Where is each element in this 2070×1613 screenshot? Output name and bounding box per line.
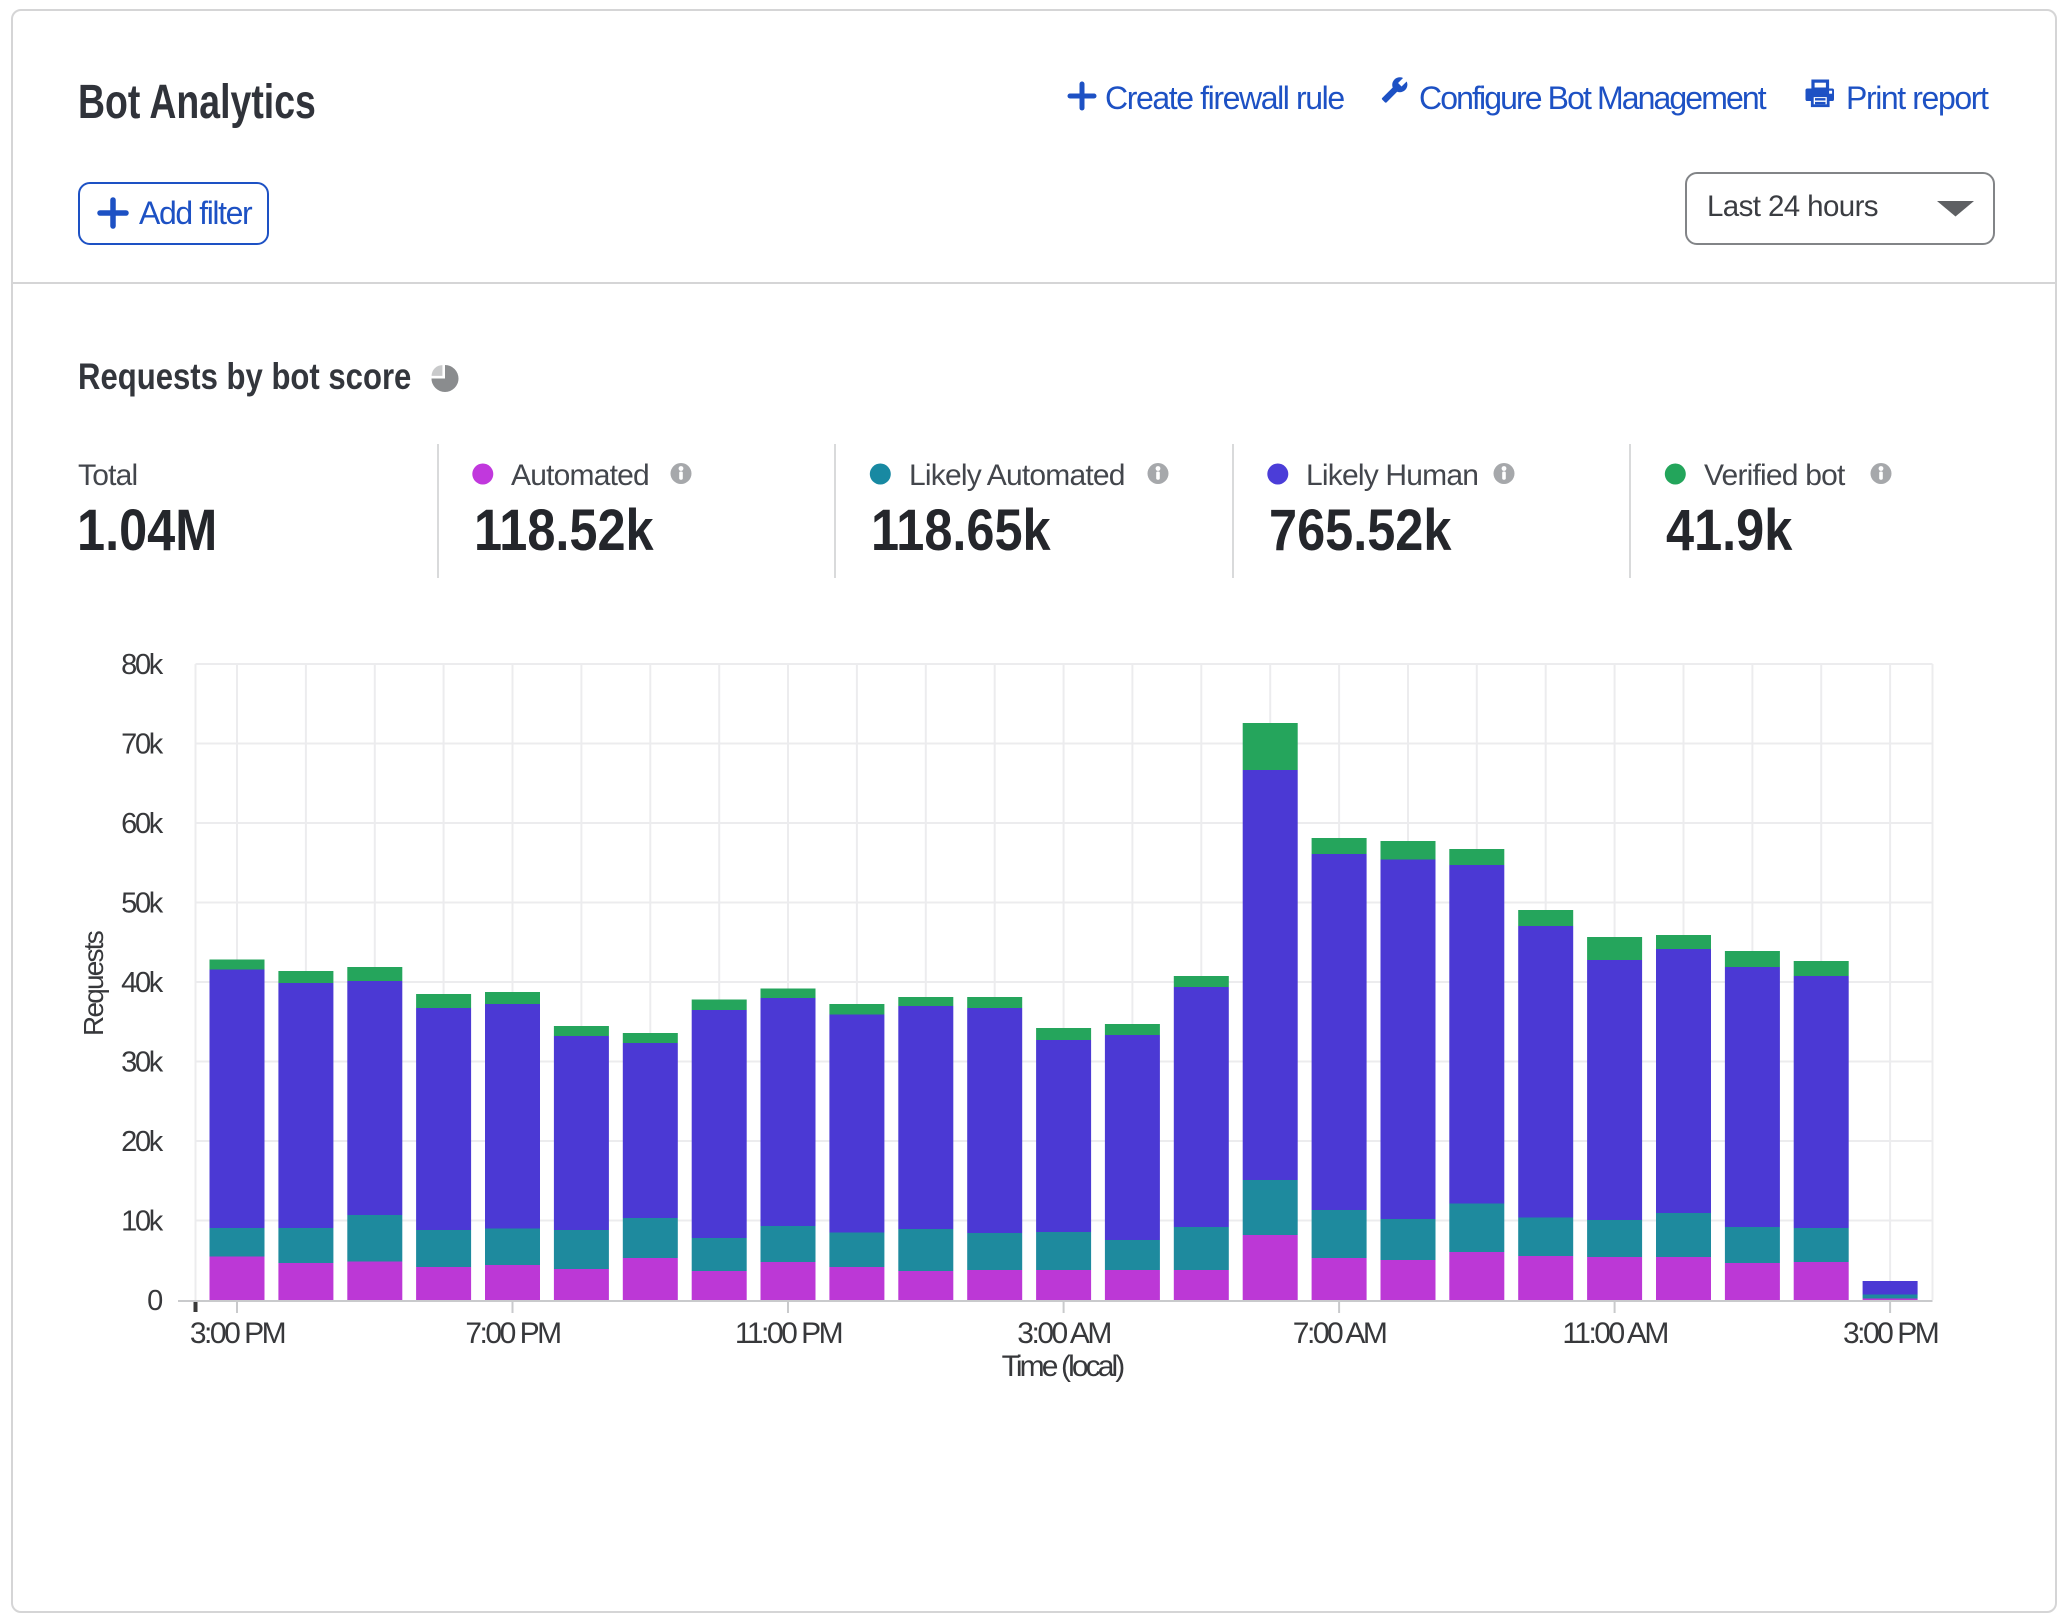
svg-text:30k: 30k [121,1047,164,1079]
svg-text:7:00 PM: 7:00 PM [465,1317,560,1350]
svg-text:11:00 PM: 11:00 PM [735,1317,842,1350]
svg-text:40k: 40k [121,967,164,999]
svg-text:20k: 20k [121,1126,164,1158]
svg-text:Time (local): Time (local) [1002,1350,1125,1383]
svg-text:7:00 AM: 7:00 AM [1293,1317,1386,1350]
svg-text:3:00 PM: 3:00 PM [1843,1317,1938,1350]
svg-text:3:00 AM: 3:00 AM [1017,1317,1110,1350]
svg-text:11:00 AM: 11:00 AM [1562,1317,1667,1350]
svg-text:0: 0 [147,1285,162,1317]
svg-text:10k: 10k [121,1206,164,1238]
svg-text:70k: 70k [121,729,164,761]
svg-text:Requests: Requests [78,931,109,1036]
svg-text:50k: 50k [121,888,164,920]
svg-text:60k: 60k [121,808,164,840]
svg-text:3:00 PM: 3:00 PM [190,1317,285,1350]
svg-text:80k: 80k [121,649,164,681]
